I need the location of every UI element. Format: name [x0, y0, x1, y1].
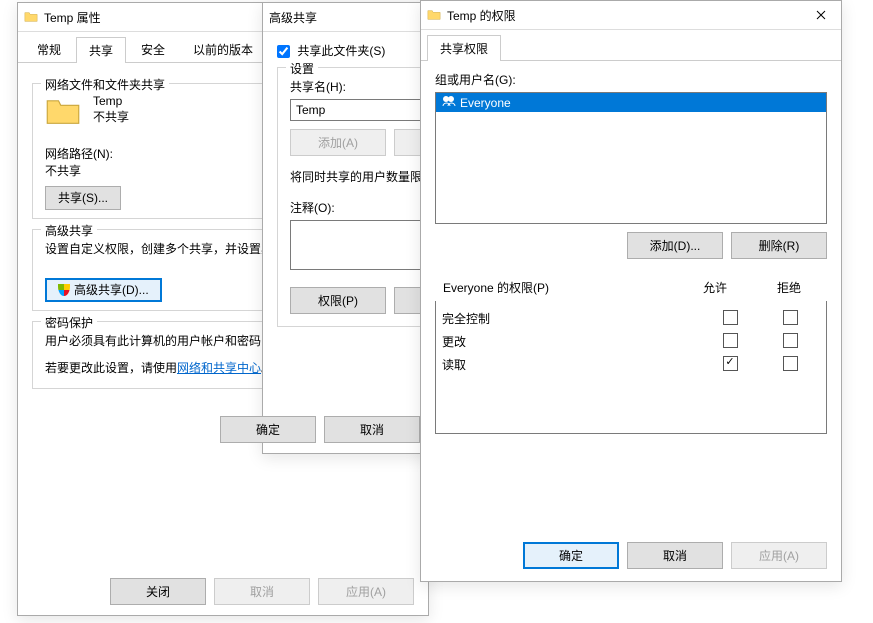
tab-previous-versions[interactable]: 以前的版本 [180, 36, 266, 62]
permission-row: 更改 [436, 330, 826, 353]
user-name: Everyone [460, 96, 511, 110]
advanced-add-button: 添加(A) [290, 129, 386, 156]
permission-row: 完全控制 [436, 307, 826, 330]
permissions-list-frame: 完全控制更改读取 [435, 301, 827, 434]
allow-checkbox[interactable] [723, 310, 738, 325]
tab-share-permissions[interactable]: 共享权限 [427, 35, 501, 61]
share-this-folder-checkbox[interactable] [277, 45, 290, 58]
properties-cancel-button: 取消 [214, 578, 310, 605]
permission-row: 读取 [436, 353, 826, 376]
network-sharing-center-link[interactable]: 网络和共享中心 [177, 361, 261, 375]
password-protect-legend: 密码保护 [41, 314, 97, 331]
advanced-settings-legend: 设置 [286, 60, 318, 77]
permission-name: 读取 [442, 356, 700, 373]
properties-close-button[interactable]: 关闭 [110, 578, 206, 605]
tab-share[interactable]: 共享 [76, 37, 126, 63]
permissions-titlebar[interactable]: Temp 的权限 [421, 1, 841, 30]
advanced-cancel-button[interactable]: 取消 [324, 416, 420, 443]
advanced-share-legend: 高级共享 [41, 222, 97, 239]
allow-header: 允许 [679, 275, 751, 300]
permissions-button[interactable]: 权限(P) [290, 287, 386, 314]
permissions-title: Temp 的权限 [447, 7, 801, 24]
group-user-label: 组或用户名(G): [435, 71, 827, 88]
permissions-for-label: Everyone 的权限(P) [437, 275, 677, 300]
tab-security[interactable]: 安全 [128, 36, 178, 62]
deny-checkbox[interactable] [783, 356, 798, 371]
folder-icon [24, 10, 38, 24]
share-this-folder-label[interactable]: 共享此文件夹(S) [277, 44, 385, 58]
shield-icon [58, 284, 70, 296]
permissions-add-button[interactable]: 添加(D)... [627, 232, 723, 259]
permissions-dialog: Temp 的权限 共享权限 组或用户名(G): Everyone 添加(D)..… [420, 0, 842, 582]
folder-icon [427, 8, 441, 22]
deny-checkbox[interactable] [783, 333, 798, 348]
users-listbox[interactable]: Everyone [435, 92, 827, 224]
close-icon[interactable] [801, 1, 841, 29]
group-icon [442, 95, 456, 110]
permission-name: 完全控制 [442, 310, 700, 327]
user-list-item[interactable]: Everyone [436, 93, 826, 112]
share-button[interactable]: 共享(S)... [45, 186, 121, 210]
permissions-cancel-button[interactable]: 取消 [627, 542, 723, 569]
properties-apply-button: 应用(A) [318, 578, 414, 605]
advanced-share-button[interactable]: 高级共享(D)... [45, 278, 162, 302]
advanced-ok-button[interactable]: 确定 [220, 416, 316, 443]
permissions-remove-button[interactable]: 删除(R) [731, 232, 827, 259]
tab-general[interactable]: 常规 [24, 36, 74, 62]
allow-checkbox[interactable] [723, 333, 738, 348]
deny-checkbox[interactable] [783, 310, 798, 325]
deny-header: 拒绝 [753, 275, 825, 300]
folder-large-icon [45, 94, 81, 133]
share-status: 不共享 [93, 108, 129, 125]
permission-name: 更改 [442, 333, 700, 350]
permissions-ok-button[interactable]: 确定 [523, 542, 619, 569]
share-folder-name: Temp [93, 94, 129, 108]
network-share-legend: 网络文件和文件夹共享 [41, 76, 169, 93]
allow-checkbox[interactable] [723, 356, 738, 371]
permissions-apply-button: 应用(A) [731, 542, 827, 569]
password-protect-line2a: 若要更改此设置，请使用 [45, 361, 177, 375]
